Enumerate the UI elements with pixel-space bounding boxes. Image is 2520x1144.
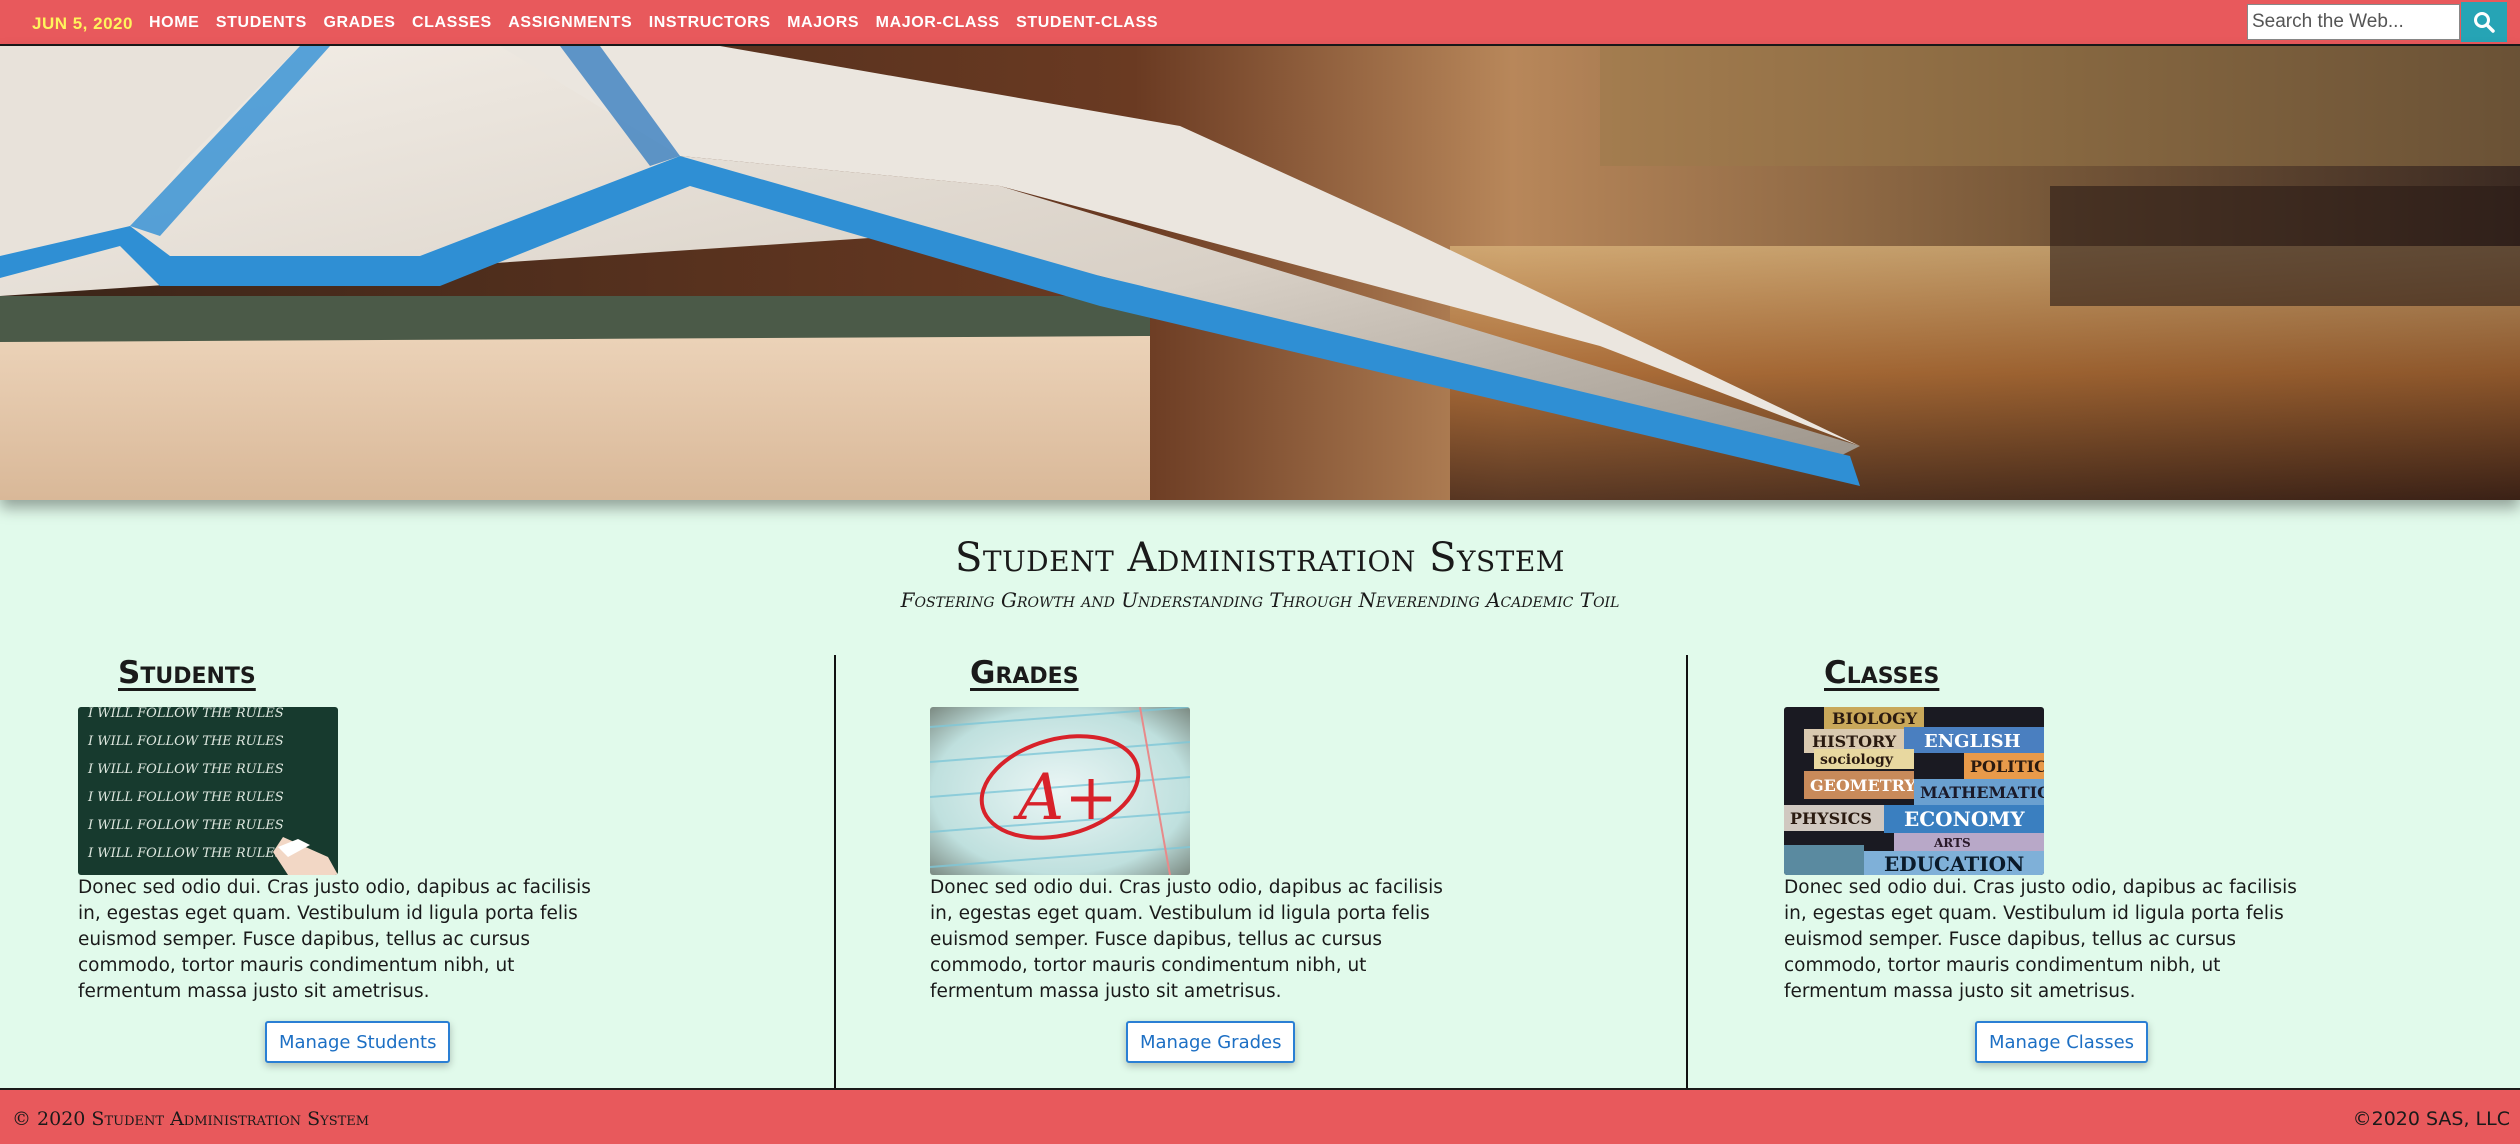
manage-students-button[interactable]: Manage Students [265, 1021, 451, 1063]
nav-link-grades[interactable]: GRADES [323, 14, 395, 32]
nav-link-classes[interactable]: CLASSES [412, 14, 492, 32]
column-divider [1686, 655, 1688, 1088]
grades-image: A+ [930, 707, 1190, 875]
hero-banner [0, 46, 2520, 500]
book-title: ECONOMY [1904, 807, 2025, 831]
section-heading: Grades [970, 655, 1079, 691]
classes-image: BIOLOGY HISTORY ENGLISH sociology POLITI… [1784, 707, 2044, 875]
nav-link-students[interactable]: STUDENTS [216, 14, 307, 32]
search-button[interactable] [2461, 2, 2507, 42]
section-description: Donec sed odio dui. Cras justo odio, dap… [78, 877, 591, 1002]
book-title: MATHEMATICS [1920, 783, 2044, 802]
students-image: I WILL FOLLOW THE RULES I WILL FOLLOW TH… [78, 707, 338, 875]
chalk-line: I WILL FOLLOW THE RULES [87, 846, 284, 861]
chalk-line: I WILL FOLLOW THE RULES [87, 707, 284, 721]
manage-classes-button[interactable]: Manage Classes [1975, 1021, 2149, 1063]
nav-link-instructors[interactable]: INSTRUCTORS [649, 14, 771, 32]
column-divider [834, 655, 836, 1088]
book-title: PHYSICS [1790, 809, 1872, 828]
book-title: POLITIC [1970, 757, 2044, 776]
book-title: BIOLOGY [1832, 709, 1918, 728]
footer-company: ©2020 SAS, LLC [2352, 1108, 2510, 1130]
section-heading: Students [118, 655, 256, 691]
section-description: Donec sed odio dui. Cras justo odio, dap… [1784, 877, 2297, 1002]
nav-links: HOME STUDENTS GRADES CLASSES ASSIGNMENTS… [149, 14, 1158, 32]
nav-link-majors[interactable]: MAJORS [787, 14, 859, 32]
students-section: Students I WILL FOLLOW THE RULES I WILL … [78, 655, 618, 1088]
chalk-line: I WILL FOLLOW THE RULES [87, 762, 284, 777]
chalk-line: I WILL FOLLOW THE RULES [87, 818, 284, 833]
chalk-line: I WILL FOLLOW THE RULES [87, 734, 284, 749]
footer-copyright: © 2020 Student Administration System [12, 1108, 370, 1130]
open-book-image [0, 46, 2520, 500]
page-title: Student Administration System [955, 535, 1565, 581]
top-navbar: JUN 5, 2020 HOME STUDENTS GRADES CLASSES… [0, 0, 2520, 46]
grades-section: Grades A+ Donec sed odio dui. Cras justo… [930, 655, 1470, 1088]
book-title: sociology [1820, 752, 1894, 768]
book-title: ARTS [1933, 836, 1971, 850]
classes-section: Classes BIOLOGY HISTORY ENGLISH sociolog… [1784, 655, 2324, 1088]
footer: © 2020 Student Administration System ©20… [0, 1088, 2520, 1144]
search-input[interactable] [2247, 4, 2460, 40]
book-title: HISTORY [1812, 732, 1897, 751]
book-title: GEOMETRY [1810, 776, 1916, 795]
grade-mark: A+ [1013, 761, 1118, 835]
section-description: Donec sed odio dui. Cras justo odio, dap… [930, 877, 1443, 1002]
nav-link-student-class[interactable]: STUDENT-CLASS [1016, 14, 1158, 32]
page-subtitle: Fostering Growth and Understanding Throu… [900, 588, 1620, 612]
nav-link-home[interactable]: HOME [149, 14, 199, 32]
manage-grades-button[interactable]: Manage Grades [1126, 1021, 1296, 1063]
book-title: EDUCATION [1884, 852, 2024, 875]
search-icon [2474, 12, 2495, 33]
nav-link-major-class[interactable]: MAJOR-CLASS [876, 14, 1000, 32]
book-title: ENGLISH [1924, 731, 2021, 752]
nav-link-assignments[interactable]: ASSIGNMENTS [508, 14, 632, 32]
chalk-line: I WILL FOLLOW THE RULES [87, 790, 284, 805]
nav-date: JUN 5, 2020 [32, 14, 133, 33]
section-heading: Classes [1824, 655, 1940, 691]
